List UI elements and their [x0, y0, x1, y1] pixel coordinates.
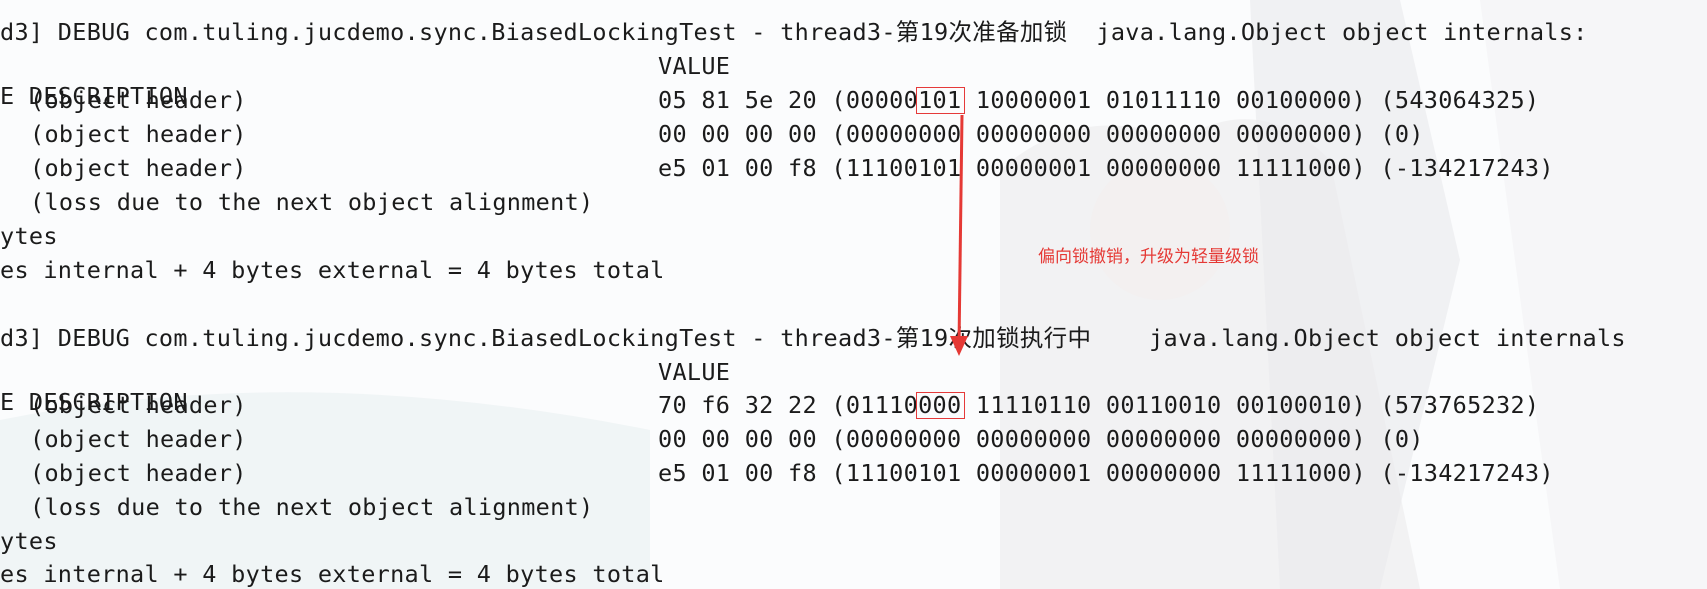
log-header-text: d3] DEBUG com.tuling.jucdemo.sync.Biased…: [0, 18, 1588, 46]
log-header-text: d3] DEBUG com.tuling.jucdemo.sync.Biased…: [0, 324, 1626, 352]
size-summary-line: es internal + 4 bytes external = 4 bytes…: [0, 256, 665, 284]
object-header-row: (object header) 00 00 00 00 (00000000 00…: [0, 119, 1423, 149]
row-description: (object header): [30, 391, 247, 419]
size-summary-line: es internal + 4 bytes external = 4 bytes…: [0, 560, 665, 588]
row-value: 00 00 00 00 (00000000 00000000 00000000 …: [658, 120, 1424, 148]
row-description: (object header): [30, 120, 247, 148]
object-header-row: (object header) 70 f6 32 22 (01110000 11…: [0, 390, 1539, 420]
row-description: (object header): [30, 86, 247, 114]
alignment-loss-line: (loss due to the next object alignment): [30, 493, 594, 521]
annotation-label: 偏向锁撤销，升级为轻量级锁: [1038, 247, 1259, 267]
log-header-1: d3] DEBUG com.tuling.jucdemo.sync.Biased…: [0, 17, 1588, 47]
log-header-2: d3] DEBUG com.tuling.jucdemo.sync.Biased…: [0, 323, 1626, 353]
row-value: 05 81 5e 20 (00000101 10000001 01011110 …: [658, 85, 1540, 115]
value-column-header: VALUE: [658, 358, 731, 386]
column-headers-1: E DESCRIPTION VALUE: [0, 51, 730, 110]
object-header-row: (object header) e5 01 00 f8 (11100101 00…: [0, 458, 1553, 488]
row-value: e5 01 00 f8 (11100101 00000001 00000000 …: [658, 154, 1554, 182]
row-description: (object header): [30, 459, 247, 487]
object-header-row: (object header) 00 00 00 00 (00000000 00…: [0, 424, 1423, 454]
column-headers-2: E DESCRIPTION VALUE: [0, 357, 730, 416]
row-value: 00 00 00 00 (00000000 00000000 00000000 …: [658, 425, 1424, 453]
row-value: e5 01 00 f8 (11100101 00000001 00000000 …: [658, 459, 1554, 487]
bytes-line: ytes: [0, 527, 58, 555]
alignment-loss-line: (loss due to the next object alignment): [30, 188, 594, 216]
row-description: (object header): [30, 425, 247, 453]
object-header-row: (object header) 05 81 5e 20 (00000101 10…: [0, 85, 1539, 115]
row-value: 70 f6 32 22 (01110000 11110110 00110010 …: [658, 390, 1540, 420]
row-description: (object header): [30, 154, 247, 182]
value-column-header: VALUE: [658, 52, 731, 80]
object-header-row: (object header) e5 01 00 f8 (11100101 00…: [0, 153, 1553, 183]
bytes-line: ytes: [0, 222, 58, 250]
lock-bits-highlight: 000: [916, 390, 966, 420]
console-output: d3] DEBUG com.tuling.jucdemo.sync.Biased…: [0, 0, 1707, 589]
lock-bits-highlight: 101: [916, 85, 966, 115]
